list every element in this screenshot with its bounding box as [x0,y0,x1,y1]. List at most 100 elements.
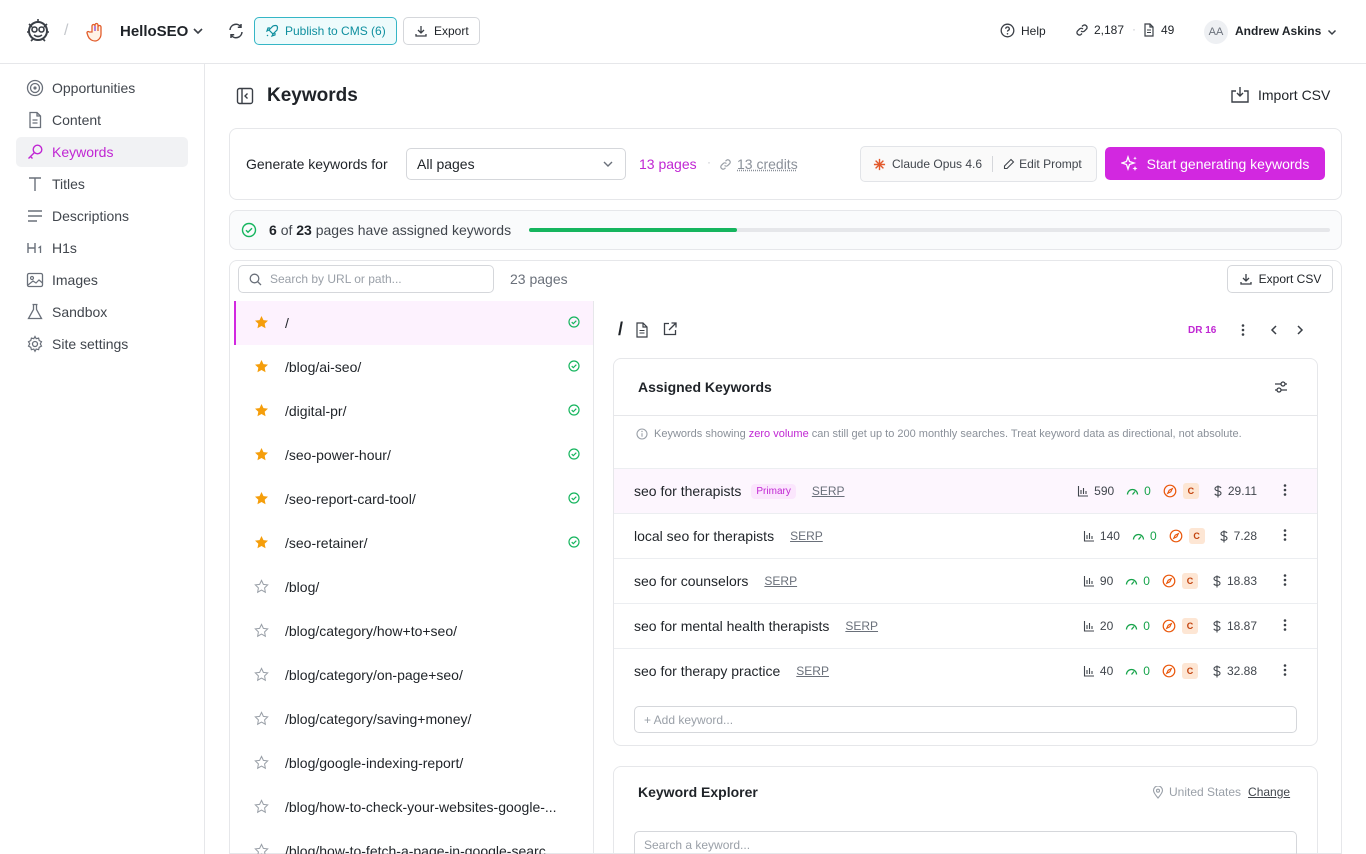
url-list-item[interactable]: /seo-power-hour/ [234,433,593,477]
change-location-link[interactable]: Change [1248,785,1290,799]
url-list-item[interactable]: /blog/category/how+to+seo/ [234,609,593,653]
star-icon[interactable] [254,579,269,594]
chevron-down-icon[interactable] [1326,26,1338,38]
more-vertical-icon[interactable] [1278,528,1292,542]
sidebar-item-h1s[interactable]: H1s [16,233,188,263]
competition-badge: C [1182,618,1198,634]
url-list-item[interactable]: /blog/ai-seo/ [234,345,593,389]
volume-value: 20 [1100,619,1113,633]
help-button[interactable]: Help [1000,23,1046,38]
start-generating-button[interactable]: Start generating keywords [1105,147,1325,180]
model-selector: Claude Opus 4.6 Edit Prompt [860,146,1097,182]
keyword-row[interactable]: seo for therapy practice SERP 40 0 C 32.88 [614,648,1317,693]
star-filled-icon[interactable] [254,315,269,330]
user-name[interactable]: Andrew Askins [1235,24,1321,38]
dollar-icon [1213,485,1223,498]
sync-icon[interactable] [227,22,245,40]
document-icon [26,111,44,129]
url-list-item[interactable]: /seo-report-card-tool/ [234,477,593,521]
star-filled-icon[interactable] [254,491,269,506]
star-icon[interactable] [254,843,269,854]
keyword-row[interactable]: seo for therapists Primary SERP 590 0 C 29.11 [614,468,1317,513]
url-list-item[interactable]: /blog/category/on-page+seo/ [234,653,593,697]
serp-link[interactable]: SERP [790,529,823,543]
keyword-row[interactable]: seo for counselors SERP 90 0 C 18.83 [614,558,1317,603]
sidebar-item-images[interactable]: Images [16,265,188,295]
url-list-item[interactable]: /blog/how-to-check-your-websites-google-… [234,785,593,829]
serp-link[interactable]: SERP [796,664,829,678]
domain-rating-badge: DR 16 [1188,325,1216,336]
chevron-down-icon[interactable] [191,24,205,38]
url-path: /blog/category/saving+money/ [285,711,577,727]
keyword-explorer-search[interactable] [634,831,1297,854]
sliders-icon[interactable] [1273,379,1289,395]
add-keyword-input[interactable] [644,713,1284,727]
top-bar: / HelloSEO Publish to CMS (6) Export Hel… [0,0,1366,64]
more-vertical-icon[interactable] [1278,573,1292,587]
keyword-search-input[interactable] [644,838,1284,852]
publish-to-cms-button[interactable]: Publish to CMS (6) [254,17,397,45]
star-icon[interactable] [254,711,269,726]
url-list-item[interactable]: /seo-retainer/ [234,521,593,565]
more-vertical-icon[interactable] [1278,663,1292,677]
chevron-left-icon[interactable] [1268,324,1280,336]
zero-volume-note: Keywords showing zero volume can still g… [636,427,1276,442]
export-csv-button[interactable]: Export CSV [1227,265,1333,293]
bar-chart-icon [1083,530,1095,542]
serp-link[interactable]: SERP [764,574,797,588]
chevron-right-icon[interactable] [1294,324,1306,336]
keyword-row[interactable]: local seo for therapists SERP 140 0 C 7.28 [614,513,1317,558]
export-button[interactable]: Export [403,17,480,45]
page-scope-select[interactable]: All pages [406,148,626,180]
model-select[interactable]: Claude Opus 4.6 [861,157,982,171]
progress-of: of [281,222,293,238]
keyword-row[interactable]: seo for mental health therapists SERP 20 0 C… [614,603,1317,648]
search-input[interactable] [270,272,470,286]
url-list-item[interactable]: /blog/category/saving+money/ [234,697,593,741]
bar-chart-icon [1083,620,1095,632]
add-keyword-field[interactable] [634,706,1297,733]
collapse-sidebar-icon[interactable] [236,87,254,105]
star-icon[interactable] [254,799,269,814]
url-list-item[interactable]: /blog/how-to-fetch-a-page-in-google-sear… [234,829,593,854]
sidebar-item-opportunities[interactable]: Opportunities [16,73,188,103]
external-link-icon[interactable] [662,321,678,337]
divider [614,415,1317,416]
sidebar-item-sandbox[interactable]: Sandbox [16,297,188,327]
edit-prompt-button[interactable]: Edit Prompt [1003,157,1082,171]
project-hand-icon [86,22,104,42]
more-vertical-icon[interactable] [1278,483,1292,497]
star-filled-icon[interactable] [254,447,269,462]
url-list-item[interactable]: /digital-pr/ [234,389,593,433]
app-logo-icon[interactable] [23,16,53,46]
star-icon[interactable] [254,667,269,682]
document-icon[interactable] [635,322,649,338]
star-filled-icon[interactable] [254,403,269,418]
star-icon[interactable] [254,755,269,770]
keyword-cell: local seo for therapists SERP [634,528,823,544]
url-list-item[interactable]: / [234,301,593,345]
sidebar-item-site-settings[interactable]: Site settings [16,329,188,359]
serp-link[interactable]: SERP [845,619,878,633]
import-csv-button[interactable]: Import CSV [1230,86,1330,104]
gauge-icon [1125,665,1138,677]
serp-link[interactable]: SERP [812,484,845,498]
star-icon[interactable] [254,623,269,638]
avatar[interactable]: AA [1204,20,1228,44]
sparkles-icon [1121,155,1139,173]
sparkle-burst-icon [873,158,886,171]
more-vertical-icon[interactable] [1278,618,1292,632]
sidebar-item-keywords[interactable]: Keywords [16,137,188,167]
star-filled-icon[interactable] [254,535,269,550]
project-name[interactable]: HelloSEO [120,23,188,40]
url-list-item[interactable]: /blog/ [234,565,593,609]
url-list-item[interactable]: /blog/google-indexing-report/ [234,741,593,785]
star-filled-icon[interactable] [254,359,269,374]
cpc: 18.83 [1212,574,1257,588]
url-search-field[interactable] [238,265,494,293]
sidebar-item-titles[interactable]: Titles [16,169,188,199]
sidebar-item-descriptions[interactable]: Descriptions [16,201,188,231]
more-vertical-icon[interactable] [1236,323,1250,337]
selected-path: / [618,319,623,340]
sidebar-item-content[interactable]: Content [16,105,188,135]
